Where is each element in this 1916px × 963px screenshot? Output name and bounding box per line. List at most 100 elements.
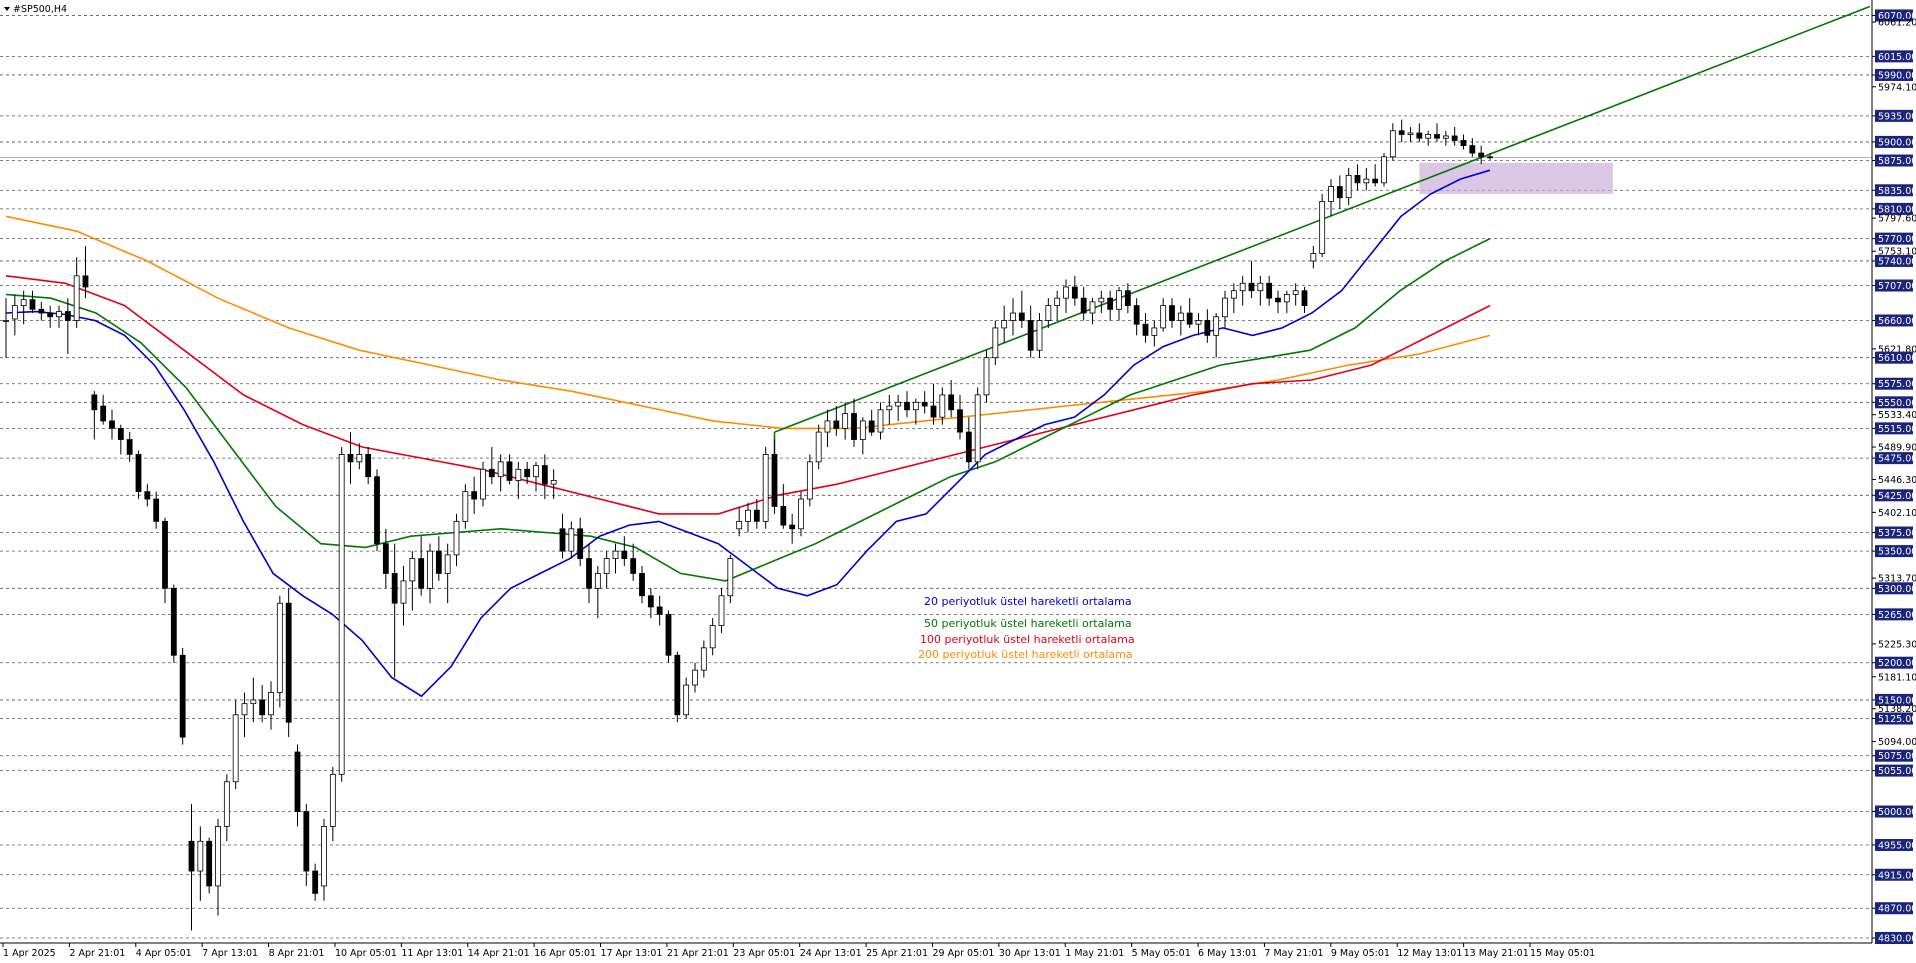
price-chart[interactable]: 6070.006061.206015.005990.005974.105935.… xyxy=(0,0,1916,963)
time-label: 7 Apr 13:01 xyxy=(202,948,258,959)
candle-body xyxy=(356,453,363,463)
candle-body xyxy=(471,491,478,500)
price-label: 5181.10 xyxy=(1878,672,1916,683)
candle-body xyxy=(568,528,575,552)
candle-body xyxy=(1071,286,1078,299)
price-label: 5515.00 xyxy=(1878,424,1916,435)
candle-body xyxy=(418,558,425,589)
legend-ema20: 20 periyotluk üstel hareketli ortalama xyxy=(924,595,1132,608)
candle-body xyxy=(223,781,230,827)
candle-body xyxy=(91,394,98,411)
candle-body xyxy=(1442,135,1449,139)
candle-body xyxy=(1010,312,1016,321)
price-label: 5610.00 xyxy=(1878,353,1916,364)
price-label: 5125.00 xyxy=(1878,714,1916,725)
candle-body xyxy=(109,420,115,429)
price-label: 5265.00 xyxy=(1878,610,1916,621)
time-label: 5 May 05:01 xyxy=(1132,948,1191,959)
candle-body xyxy=(347,453,354,463)
candle-body xyxy=(727,558,734,597)
candle-body xyxy=(753,509,760,522)
candle-body xyxy=(365,453,372,478)
candle-body xyxy=(1089,301,1096,314)
candle-body xyxy=(453,520,460,556)
consolidation-zone xyxy=(1419,162,1613,194)
candle-body xyxy=(3,320,9,322)
candle-body xyxy=(1001,320,1008,329)
price-label: 5094.00 xyxy=(1878,737,1916,748)
candle-body xyxy=(276,602,283,693)
candle-body xyxy=(859,420,866,440)
candle-body xyxy=(639,573,645,597)
price-label: 5875.00 xyxy=(1878,156,1916,167)
price-label: 5475.00 xyxy=(1878,454,1916,465)
time-label: 16 Apr 05:01 xyxy=(534,948,596,959)
candle-body xyxy=(64,311,71,321)
zone-rect[interactable] xyxy=(1419,162,1613,194)
candle-body xyxy=(700,647,707,671)
candle-body xyxy=(1045,305,1052,321)
candle-body xyxy=(338,453,345,775)
candle-body xyxy=(303,811,310,872)
time-label: 25 Apr 21:01 xyxy=(866,948,928,959)
candle-body xyxy=(82,275,89,288)
legend-ema100: 100 periyotluk üstel hareketli ortalama xyxy=(920,633,1135,646)
candle-body xyxy=(1345,174,1352,199)
candle-body xyxy=(1301,290,1308,307)
price-label: 4915.00 xyxy=(1878,870,1916,881)
candle-body xyxy=(1319,201,1326,254)
candle-body xyxy=(294,751,301,812)
price-label: 5402.10 xyxy=(1878,508,1916,519)
candle-body xyxy=(1054,297,1061,307)
candle-body xyxy=(1169,305,1175,321)
time-label: 10 Apr 05:01 xyxy=(335,948,397,959)
price-label: 4870.00 xyxy=(1878,904,1916,915)
candle-body xyxy=(1080,297,1087,314)
candle-body xyxy=(736,520,743,530)
candle-body xyxy=(506,461,513,481)
price-label: 5200.00 xyxy=(1878,658,1916,669)
candle-body xyxy=(197,840,204,872)
candle-body xyxy=(515,468,522,481)
candle-body xyxy=(20,299,27,307)
candle-body xyxy=(1381,156,1387,184)
candle-body xyxy=(1460,140,1467,147)
candle-body xyxy=(427,550,433,589)
candle-body xyxy=(594,573,601,589)
candle-body xyxy=(400,580,407,604)
candle-body xyxy=(1063,286,1069,299)
candle-body xyxy=(241,703,248,716)
candle-body xyxy=(1195,320,1202,325)
candle-body xyxy=(1027,320,1034,351)
candle-body xyxy=(957,409,963,433)
candle-body xyxy=(1222,297,1228,318)
candle-body xyxy=(1213,316,1220,336)
price-label: 5990.00 xyxy=(1878,70,1916,81)
price-label: 5707.00 xyxy=(1878,281,1916,292)
time-label: 29 Apr 05:01 xyxy=(932,948,994,959)
candle-body xyxy=(188,840,195,872)
candle-body xyxy=(1186,312,1193,325)
candle-body xyxy=(435,550,442,574)
candle-body xyxy=(718,595,725,626)
time-label: 7 May 21:01 xyxy=(1264,948,1323,959)
candle-body xyxy=(577,528,584,559)
candle-body xyxy=(586,558,592,589)
candle-body xyxy=(1133,305,1140,325)
candle-body xyxy=(1372,178,1379,184)
candle-body xyxy=(215,826,221,887)
candle-body xyxy=(904,401,910,411)
time-label: 30 Apr 13:01 xyxy=(999,948,1061,959)
candle-body xyxy=(73,275,80,321)
candle-body xyxy=(11,305,18,320)
candle-body xyxy=(630,558,637,574)
time-label: 21 Apr 21:01 xyxy=(667,948,729,959)
candle-body xyxy=(480,468,486,500)
candle-body xyxy=(842,413,849,429)
candle-body xyxy=(312,870,319,894)
candle-body xyxy=(815,431,822,463)
candle-body xyxy=(1098,297,1105,303)
price-label: 5900.00 xyxy=(1878,137,1916,148)
candle-body xyxy=(771,453,778,507)
candle-body xyxy=(1275,297,1281,303)
